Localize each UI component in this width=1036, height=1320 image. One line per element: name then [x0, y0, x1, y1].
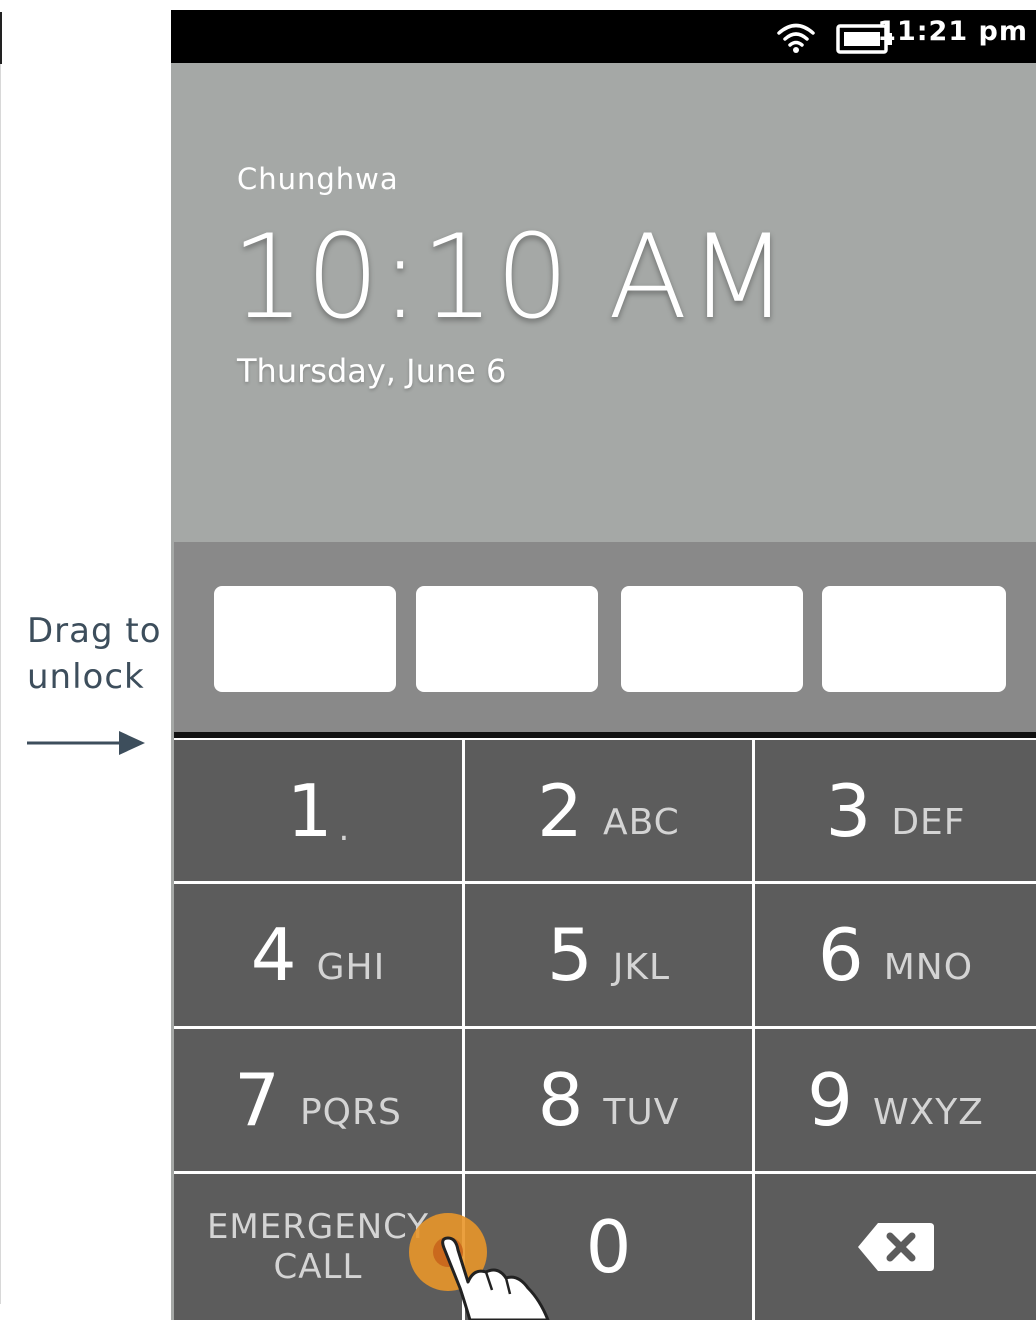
- right-arrow-icon: [27, 731, 145, 755]
- key-letters: TUV: [603, 1091, 680, 1133]
- key-6[interactable]: 6 MNO: [755, 884, 1036, 1026]
- key-digit: 1: [286, 768, 333, 853]
- key-letters: .: [338, 808, 350, 849]
- key-0[interactable]: 0: [465, 1174, 752, 1320]
- key-1[interactable]: 1.: [174, 740, 462, 881]
- status-time: 11:21 pm: [877, 16, 1028, 47]
- left-edge-divider: [0, 64, 1, 1304]
- key-9[interactable]: 9 WXYZ: [755, 1029, 1036, 1171]
- key-digit: 9: [807, 1058, 853, 1142]
- passcode-digit-box: [621, 586, 803, 692]
- emergency-call-label: EMERGENCY CALL: [206, 1207, 430, 1287]
- key-digit: 8: [537, 1058, 584, 1142]
- key-7[interactable]: 7 PQRS: [174, 1029, 462, 1171]
- key-digit: 3: [825, 768, 872, 853]
- drag-to-unlock-annotation: Drag to unlock: [27, 611, 162, 697]
- passcode-area: [174, 542, 1036, 732]
- key-4[interactable]: 4 GHI: [174, 884, 462, 1026]
- delete-button[interactable]: [755, 1174, 1036, 1320]
- key-letters: JKL: [612, 946, 671, 988]
- passcode-digit-box: [822, 586, 1006, 692]
- key-letters: WXYZ: [872, 1091, 984, 1133]
- left-edge-line: [0, 12, 2, 64]
- passcode-digit-box: [416, 586, 598, 692]
- wifi-icon: [777, 23, 815, 53]
- key-letters: MNO: [883, 946, 974, 988]
- key-digit: 5: [546, 913, 593, 997]
- carrier-name: Chunghwa: [237, 162, 399, 196]
- key-letters: DEF: [891, 802, 966, 843]
- key-digit: 4: [250, 913, 297, 997]
- phone-lockscreen: 11:21 pm Chunghwa 10:10 AM Thursday, Jun…: [171, 10, 1036, 1320]
- key-3[interactable]: 3 DEF: [755, 740, 1036, 881]
- emergency-call-button[interactable]: EMERGENCY CALL: [174, 1174, 462, 1320]
- lock-date: Thursday, June 6: [237, 352, 507, 390]
- key-letters: GHI: [316, 946, 386, 988]
- lock-clock: 10:10 AM: [231, 210, 790, 345]
- key-8[interactable]: 8 TUV: [465, 1029, 752, 1171]
- key-digit: 7: [234, 1058, 280, 1142]
- key-digit: 2: [537, 768, 583, 853]
- key-letters: PQRS: [299, 1091, 402, 1133]
- key-letters: ABC: [602, 802, 680, 843]
- status-bar: 11:21 pm: [171, 10, 1036, 63]
- passcode-digit-box: [214, 586, 396, 692]
- key-digit: 0: [585, 1205, 632, 1289]
- backspace-icon: [857, 1223, 934, 1271]
- key-5[interactable]: 5 JKL: [465, 884, 752, 1026]
- key-2[interactable]: 2 ABC: [465, 740, 752, 881]
- keypad: 1. 2 ABC 3 DEF 4 GHI 5 JKL 6 MNO 7 PQRS 8 TUV 9…: [174, 738, 1036, 1320]
- key-digit: 6: [817, 913, 864, 997]
